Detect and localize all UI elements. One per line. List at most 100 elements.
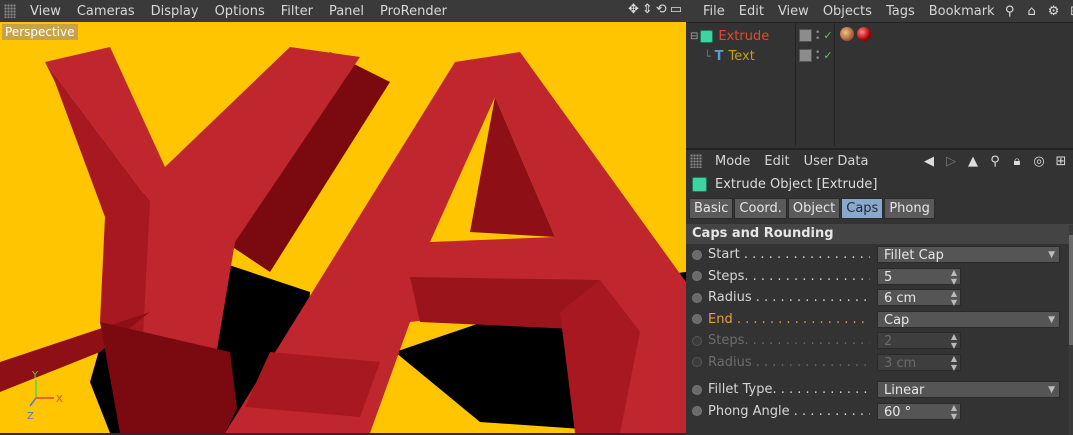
prop-start: Start . . . . . . . . . . . . . . . . . … (686, 244, 1073, 266)
menu-cameras[interactable]: Cameras (69, 4, 143, 19)
prop-start-steps: Steps. . . . . . . . . . . . . . . . . .… (686, 266, 1073, 288)
section-title: Caps and Rounding (686, 224, 1073, 244)
prop-fillet-type: Fillet Type. . . . . . . . . . . . . . .… (686, 379, 1073, 401)
search-icon[interactable]: ⚲ (987, 154, 1003, 169)
object-manager-menubar: File Edit View Objects Tags Bookmark ⚲ ⌂… (686, 0, 1073, 22)
new-panel-icon[interactable]: ⊞ (1053, 154, 1069, 169)
grip-icon[interactable] (4, 4, 16, 18)
text-spline-icon: T (714, 48, 724, 64)
prop-phong-angle: Phong Angle . . . . . . . . . . . . . . … (686, 401, 1073, 423)
animate-radio-icon[interactable] (692, 406, 702, 417)
animate-radio-icon[interactable] (692, 292, 702, 303)
end-dropdown[interactable]: Cap ▼ (877, 310, 1060, 328)
axis-z-line (29, 397, 37, 407)
object-row-text[interactable]: └ T Text (704, 46, 755, 66)
object-name[interactable]: Extrude (718, 29, 769, 44)
attribute-tabs: Basic Coord. Object Caps Phong (686, 198, 1073, 219)
settings-icon[interactable]: ⚙ (1046, 4, 1062, 19)
material-tag-icon[interactable] (857, 27, 871, 41)
menu-prorender[interactable]: ProRender (372, 4, 455, 19)
spinner-icon[interactable]: ▲ ▼ (951, 289, 957, 307)
animate-radio-icon[interactable] (692, 314, 702, 325)
rotate-view-icon[interactable]: ⟲ (656, 2, 667, 17)
spinner-icon[interactable]: ▲ ▼ (951, 268, 957, 286)
maximize-view-icon[interactable]: ▭ (670, 2, 682, 17)
axis-y-label: Y (31, 370, 39, 381)
attributes-menubar: Mode Edit User Data ◀ ▷ ▲ ⚲ 🔒︎ ◎ ⊞ (686, 150, 1073, 172)
forward-arrow-icon[interactable]: ▷ (943, 154, 959, 169)
dolly-view-icon[interactable]: ⇕ (642, 2, 653, 17)
move-view-icon[interactable]: ✥ (628, 2, 639, 17)
stepper-value: 6 cm (884, 291, 917, 307)
enabled-check-icon[interactable]: ✓ (823, 49, 832, 62)
phong-angle-stepper[interactable]: 60 ° ▲ ▼ (877, 402, 961, 421)
menu-filter[interactable]: Filter (273, 4, 321, 19)
tab-caps[interactable]: Caps (841, 198, 884, 219)
axis-x-label: X (56, 394, 63, 405)
target-icon[interactable]: ◎ (1031, 154, 1047, 169)
home-icon[interactable]: ⌂ (1024, 4, 1040, 19)
viewport-panel[interactable]: View Cameras Display Options Filter Pane… (0, 0, 686, 433)
menu-edit[interactable]: Edit (732, 4, 771, 19)
viewport-camera-label[interactable]: Perspective (2, 24, 78, 40)
animate-radio-icon[interactable] (692, 384, 702, 395)
object-manager-tree[interactable]: ⊟ Extrude • • ✓ └ T Text • • ✓ (686, 22, 1073, 146)
stepper-value: 3 cm (884, 355, 917, 371)
prop-end: End . . . . . . . . . . . . . . . . . . … (686, 309, 1073, 331)
tab-phong[interactable]: Phong (884, 198, 935, 219)
3d-scene[interactable] (0, 22, 686, 433)
lock-icon[interactable]: 🔒︎ (1009, 154, 1025, 169)
dropdown-value: Fillet Cap (884, 248, 944, 264)
menu-edit[interactable]: Edit (757, 154, 796, 169)
grip-icon[interactable] (690, 154, 702, 168)
scrollbar-thumb[interactable] (1069, 235, 1073, 345)
steps-stepper[interactable]: 5 ▲ ▼ (877, 267, 961, 286)
object-row-extrude[interactable]: ⊟ Extrude (690, 26, 769, 46)
end-steps-stepper: 2 ▲ ▼ (877, 332, 961, 351)
visibility-dots-icon[interactable]: • • (815, 48, 820, 63)
menu-mode[interactable]: Mode (708, 154, 757, 169)
up-arrow-icon[interactable]: ▲ (965, 154, 981, 169)
menu-panel[interactable]: Panel (321, 4, 372, 19)
radius-stepper[interactable]: 6 cm ▲ ▼ (877, 289, 961, 307)
layer-icon[interactable] (799, 49, 812, 62)
search-icon[interactable]: ⚲ (1002, 4, 1018, 19)
animate-radio-icon[interactable] (692, 249, 702, 260)
tab-coord[interactable]: Coord. (734, 198, 787, 219)
prop-label: Steps. . . . . . . . . . . . . . . . . .… (708, 268, 870, 284)
spinner-icon[interactable]: ▲ ▼ (951, 403, 957, 421)
animate-radio-icon[interactable] (692, 271, 702, 282)
texture-tag-icon[interactable] (840, 27, 854, 41)
prop-label: Fillet Type. . . . . . . . . . . . . . .… (708, 382, 870, 398)
prop-end-steps: Steps. . . . . . . . . . . . . . . . . .… (686, 330, 1073, 352)
menu-display[interactable]: Display (143, 4, 207, 19)
menu-bookmarks[interactable]: Bookmark (922, 4, 1002, 19)
spinner-icon: ▲ ▼ (950, 332, 957, 351)
viewport-menubar: View Cameras Display Options Filter Pane… (0, 0, 686, 22)
object-name[interactable]: Text (729, 49, 755, 64)
prop-label: Radius . . . . . . . . . . . . . . . . .… (708, 290, 870, 306)
menu-user-data[interactable]: User Data (797, 154, 876, 169)
tab-object[interactable]: Object (787, 198, 841, 219)
menu-tags[interactable]: Tags (879, 4, 922, 19)
collapse-icon[interactable]: ⊟ (690, 31, 698, 42)
menu-file[interactable]: File (696, 4, 732, 19)
start-dropdown[interactable]: Fillet Cap ▼ (877, 246, 1060, 264)
extrude-icon (700, 29, 714, 43)
extrude-icon (692, 176, 707, 192)
tab-basic[interactable]: Basic (689, 198, 734, 219)
menu-view[interactable]: View (22, 4, 69, 19)
menu-options[interactable]: Options (207, 4, 273, 19)
menu-view[interactable]: View (771, 4, 816, 19)
new-window-icon[interactable]: ⊞ (1068, 4, 1073, 19)
fillet-type-dropdown[interactable]: Linear ▼ (877, 381, 1060, 399)
scrollbar[interactable] (1069, 225, 1073, 435)
end-radius-stepper: 3 cm ▲ ▼ (877, 353, 961, 372)
layer-icon[interactable] (799, 29, 812, 42)
visibility-dots-icon[interactable]: • • (815, 28, 820, 43)
app-window: View Cameras Display Options Filter Pane… (0, 0, 1073, 435)
right-panel: File Edit View Objects Tags Bookmark ⚲ ⌂… (686, 0, 1073, 435)
back-arrow-icon[interactable]: ◀ (921, 154, 937, 169)
menu-objects[interactable]: Objects (816, 4, 879, 19)
enabled-check-icon[interactable]: ✓ (823, 29, 832, 42)
